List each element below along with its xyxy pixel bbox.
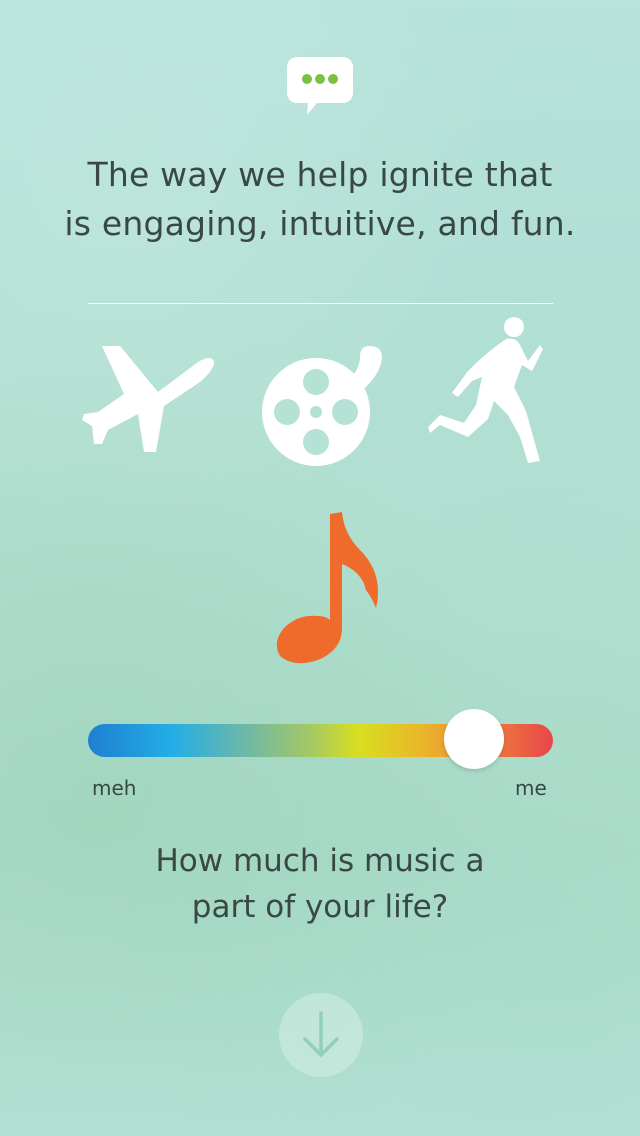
question-text: How much is music a part of your life?: [0, 838, 640, 930]
next-button[interactable]: [279, 993, 363, 1077]
headline-line-2: is engaging, intuitive, and fun.: [64, 204, 576, 243]
film-reel-icon[interactable]: [260, 340, 385, 468]
runner-icon[interactable]: [428, 315, 543, 467]
headline: The way we help ignite that is engaging,…: [0, 150, 640, 248]
arrow-down-icon: [303, 1011, 339, 1057]
chat-bubble-icon: [287, 57, 353, 115]
headline-line-1: The way we help ignite that: [87, 155, 553, 194]
onboarding-screen: The way we help ignite that is engaging,…: [0, 0, 640, 1136]
slider-max-label: me: [515, 776, 547, 800]
question-line-2: part of your life?: [191, 889, 449, 925]
airplane-icon[interactable]: [80, 344, 215, 454]
music-note-icon[interactable]: [272, 510, 387, 665]
divider: [88, 303, 553, 304]
slider-thumb[interactable]: [443, 709, 504, 769]
question-line-1: How much is music a: [155, 843, 485, 879]
slider-min-label: meh: [92, 776, 137, 800]
music-importance-slider[interactable]: [88, 709, 553, 769]
